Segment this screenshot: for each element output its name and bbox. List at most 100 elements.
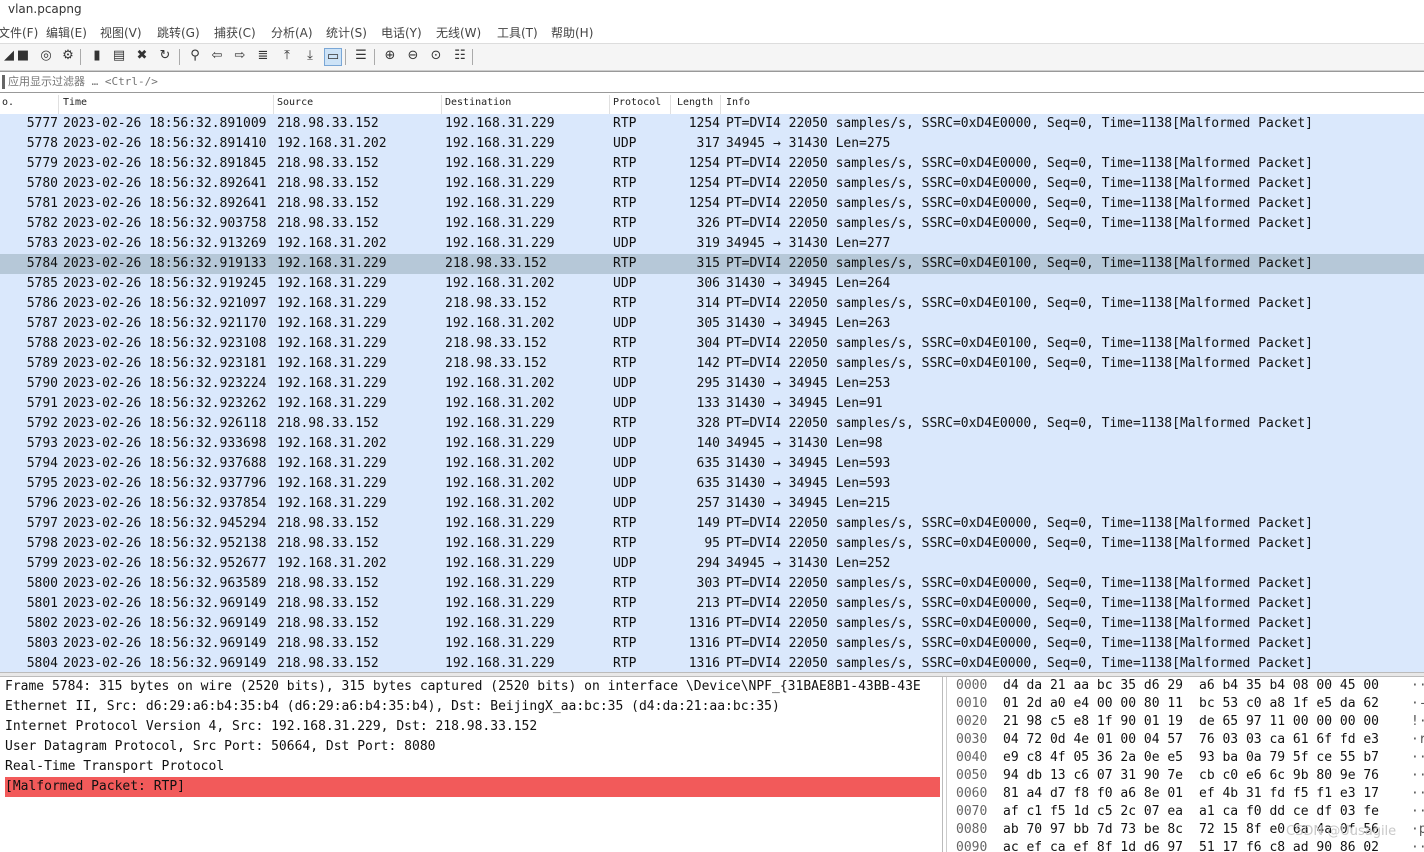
packet-row[interactable]: 5783 2023-02-26 18:56:32.913269 192.168.31…	[0, 234, 1424, 254]
hex-bytes: ab 70 97 bb 7d 73 be 8c	[1003, 822, 1184, 837]
column-header-time[interactable]: Time	[63, 97, 87, 108]
column-header-info[interactable]: Info	[726, 97, 750, 108]
packet-row[interactable]: 5795 2023-02-26 18:56:32.937796 192.168.31…	[0, 474, 1424, 494]
packet-row[interactable]: 5791 2023-02-26 18:56:32.923262 192.168.31…	[0, 394, 1424, 414]
menu-item-10[interactable]: 帮助(H)	[551, 24, 593, 41]
menu-item-4[interactable]: 捕获(C)	[214, 24, 256, 41]
column-separator[interactable]	[58, 95, 59, 114]
column-separator[interactable]	[441, 95, 442, 114]
stop-capture-icon[interactable]: ■	[14, 48, 32, 66]
menu-item-5[interactable]: 分析(A)	[271, 24, 313, 41]
last-packet-icon[interactable]: ⤓	[301, 48, 319, 66]
column-header-source[interactable]: Source	[277, 97, 313, 108]
packet-row[interactable]: 5788 2023-02-26 18:56:32.923108 192.168.31…	[0, 334, 1424, 354]
go-to-packet-icon[interactable]: ≣	[254, 48, 272, 66]
packet-protocol: RTP	[613, 636, 637, 651]
zoom-out-icon[interactable]: ⊖	[404, 48, 422, 66]
open-file-icon[interactable]: ▮	[88, 48, 106, 66]
hex-row[interactable]: 0060 81 a4 d7 f8 f0 a6 8e 01 ef 4b 31 fd f…	[947, 785, 1424, 803]
packet-details-pane[interactable]: Frame 5784: 315 bytes on wire (2520 bits…	[0, 677, 943, 852]
packet-row[interactable]: 5789 2023-02-26 18:56:32.923181 192.168.31…	[0, 354, 1424, 374]
restart-capture-icon[interactable]: ◎	[37, 48, 55, 66]
packet-row[interactable]: 5781 2023-02-26 18:56:32.892641 218.98.33.…	[0, 194, 1424, 214]
packet-number: 5793	[26, 436, 58, 451]
find-packet-icon[interactable]: ⚲	[186, 48, 204, 66]
packet-row[interactable]: 5803 2023-02-26 18:56:32.969149 218.98.33.…	[0, 634, 1424, 654]
column-header-length[interactable]: Length	[677, 97, 713, 108]
detail-row[interactable]: Real-Time Transport Protocol	[5, 757, 940, 777]
hex-row[interactable]: 0000 d4 da 21 aa bc 35 d6 29 a6 b4 35 b4 0…	[947, 677, 1424, 695]
close-file-icon[interactable]: ✖	[133, 48, 151, 66]
packet-row[interactable]: 5797 2023-02-26 18:56:32.945294 218.98.33.…	[0, 514, 1424, 534]
menu-item-2[interactable]: 视图(V)	[100, 24, 142, 41]
column-header-protocol[interactable]: Protocol	[613, 97, 661, 108]
hex-ascii: ··	[1411, 786, 1424, 801]
packet-row[interactable]: 5778 2023-02-26 18:56:32.891410 192.168.31…	[0, 134, 1424, 154]
packet-protocol: RTP	[613, 336, 637, 351]
packet-row[interactable]: 5793 2023-02-26 18:56:32.933698 192.168.31…	[0, 434, 1424, 454]
packet-row[interactable]: 5779 2023-02-26 18:56:32.891845 218.98.33.…	[0, 154, 1424, 174]
column-header-no[interactable]: o.	[2, 97, 14, 108]
hex-row[interactable]: 0050 94 db 13 c6 07 31 90 7e cb c0 e6 6c 9…	[947, 767, 1424, 785]
column-separator[interactable]	[670, 95, 671, 114]
packet-row[interactable]: 5777 2023-02-26 18:56:32.891009 218.98.33.…	[0, 114, 1424, 134]
packet-row[interactable]: 5800 2023-02-26 18:56:32.963589 218.98.33.…	[0, 574, 1424, 594]
packet-row-selected[interactable]: 5784 2023-02-26 18:56:32.919133 192.168.31…	[0, 254, 1424, 274]
menu-item-8[interactable]: 无线(W)	[436, 24, 481, 41]
packet-list[interactable]: 5777 2023-02-26 18:56:32.891009 218.98.33.…	[0, 114, 1424, 672]
hex-row[interactable]: 0030 04 72 0d 4e 01 00 04 57 76 03 03 ca 6…	[947, 731, 1424, 749]
packet-time: 2023-02-26 18:56:32.891009	[63, 116, 267, 131]
menu-item-6[interactable]: 统计(S)	[326, 24, 367, 41]
column-separator[interactable]	[720, 95, 721, 114]
colorize-icon[interactable]: ☰	[352, 48, 370, 66]
packet-row[interactable]: 5799 2023-02-26 18:56:32.952677 192.168.31…	[0, 554, 1424, 574]
save-file-icon[interactable]: ▤	[110, 48, 128, 66]
detail-row[interactable]: Internet Protocol Version 4, Src: 192.16…	[5, 717, 940, 737]
packet-row[interactable]: 5804 2023-02-26 18:56:32.969149 218.98.33.…	[0, 654, 1424, 672]
packet-row[interactable]: 5787 2023-02-26 18:56:32.921170 192.168.31…	[0, 314, 1424, 334]
hex-row[interactable]: 0090 ac ef ca ef 8f 1d d6 97 51 17 f6 c8 a…	[947, 839, 1424, 852]
packet-row[interactable]: 5790 2023-02-26 18:56:32.923224 192.168.31…	[0, 374, 1424, 394]
packet-row[interactable]: 5792 2023-02-26 18:56:32.926118 218.98.33.…	[0, 414, 1424, 434]
packet-row[interactable]: 5786 2023-02-26 18:56:32.921097 192.168.31…	[0, 294, 1424, 314]
packet-time: 2023-02-26 18:56:32.921097	[63, 296, 267, 311]
first-packet-icon[interactable]: ⤒	[278, 48, 296, 66]
packet-row[interactable]: 5782 2023-02-26 18:56:32.903758 218.98.33.…	[0, 214, 1424, 234]
normal-size-icon[interactable]: ⊙	[427, 48, 445, 66]
column-separator[interactable]	[273, 95, 274, 114]
watermark: CSDN @Uusagile	[1286, 824, 1397, 839]
column-header-destination[interactable]: Destination	[445, 97, 511, 108]
packet-time: 2023-02-26 18:56:32.892641	[63, 176, 267, 191]
capture-options-icon[interactable]: ⚙	[59, 48, 77, 66]
menu-item-0[interactable]: 文件(F)	[0, 24, 38, 41]
packet-row[interactable]: 5798 2023-02-26 18:56:32.952138 218.98.33.…	[0, 534, 1424, 554]
hex-row[interactable]: 0070 af c1 f5 1d c5 2c 07 ea a1 ca f0 dd c…	[947, 803, 1424, 821]
go-back-icon[interactable]: ⇦	[208, 48, 226, 66]
packet-row[interactable]: 5780 2023-02-26 18:56:32.892641 218.98.33.…	[0, 174, 1424, 194]
packet-row[interactable]: 5802 2023-02-26 18:56:32.969149 218.98.33.…	[0, 614, 1424, 634]
display-filter-input[interactable]	[8, 73, 1408, 90]
zoom-in-icon[interactable]: ⊕	[381, 48, 399, 66]
packet-number: 5786	[26, 296, 58, 311]
detail-row[interactable]: Ethernet II, Src: d6:29:a6:b4:35:b4 (d6:…	[5, 697, 940, 717]
packet-row[interactable]: 5801 2023-02-26 18:56:32.969149 218.98.33.…	[0, 594, 1424, 614]
menu-item-3[interactable]: 跳转(G)	[157, 24, 200, 41]
detail-row[interactable]: User Datagram Protocol, Src Port: 50664,…	[5, 737, 940, 757]
hex-row[interactable]: 0040 e9 c8 4f 05 36 2a 0e e5 93 ba 0a 79 5…	[947, 749, 1424, 767]
resize-columns-icon[interactable]: ☷	[451, 48, 469, 66]
packet-row[interactable]: 5796 2023-02-26 18:56:32.937854 192.168.31…	[0, 494, 1424, 514]
detail-row-malformed[interactable]: [Malformed Packet: RTP]	[5, 777, 940, 797]
reload-file-icon[interactable]: ↻	[156, 48, 174, 66]
hex-row[interactable]: 0020 21 98 c5 e8 1f 90 01 19 de 65 97 11 0…	[947, 713, 1424, 731]
detail-row[interactable]: Frame 5784: 315 bytes on wire (2520 bits…	[5, 677, 940, 697]
auto-scroll-icon[interactable]: ▭	[324, 48, 342, 66]
go-forward-icon[interactable]: ⇨	[231, 48, 249, 66]
menu-item-9[interactable]: 工具(T)	[497, 24, 538, 41]
menu-item-7[interactable]: 电话(Y)	[381, 24, 422, 41]
packet-row[interactable]: 5794 2023-02-26 18:56:32.937688 192.168.31…	[0, 454, 1424, 474]
menu-item-1[interactable]: 编辑(E)	[46, 24, 87, 41]
filter-bookmark-icon[interactable]	[2, 75, 5, 89]
column-separator[interactable]	[609, 95, 610, 114]
hex-row[interactable]: 0010 01 2d a0 e4 00 00 80 11 bc 53 c0 a8 1…	[947, 695, 1424, 713]
packet-row[interactable]: 5785 2023-02-26 18:56:32.919245 192.168.31…	[0, 274, 1424, 294]
